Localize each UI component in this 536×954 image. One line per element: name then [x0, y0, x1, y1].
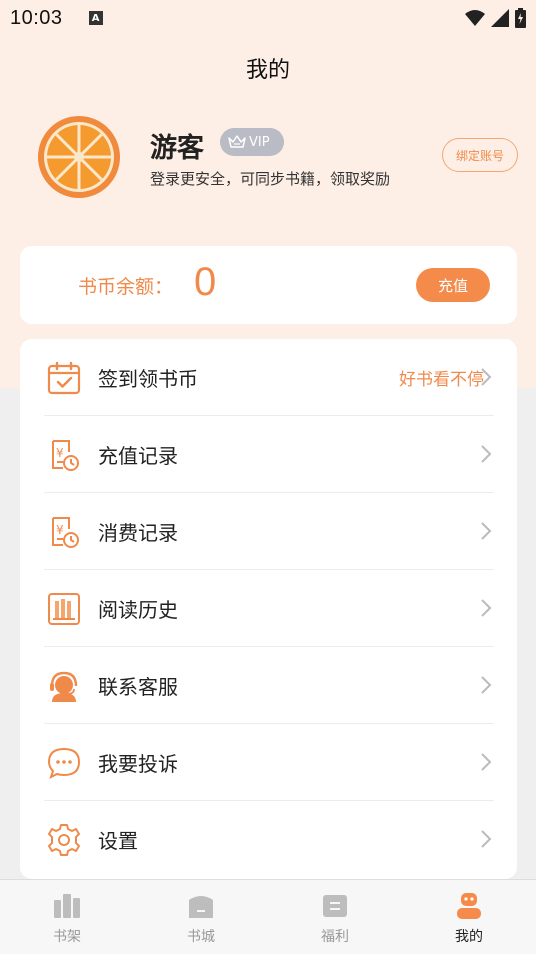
balance-value: 0 [194, 260, 217, 304]
chevron-right-icon [481, 522, 492, 540]
menu-item-customer-service[interactable]: 联系客服 [44, 647, 494, 724]
chevron-right-icon [481, 676, 492, 694]
signal-icon [491, 9, 509, 27]
vip-badge: VIP [220, 128, 284, 156]
menu-item-complaint[interactable]: 我要投诉 [44, 724, 494, 801]
chevron-right-icon [481, 445, 492, 463]
a-letter-icon: A [88, 11, 103, 25]
menu-item-label: 签到领书币 [98, 367, 198, 391]
gear-icon [46, 822, 82, 858]
tab-welfare[interactable]: 福利 [268, 880, 402, 954]
status-time: 10:03 [10, 6, 63, 29]
tab-bar: 书架 书城 福利 我的 [0, 879, 536, 954]
headset-icon [46, 668, 82, 704]
menu-item-consume-record[interactable]: ¥ 消费记录 [44, 493, 494, 570]
menu-item-checkin[interactable]: 签到领书币 好书看不停 [44, 339, 494, 416]
status-bar: 10:03 A [0, 0, 536, 36]
orange-slice-icon [38, 116, 120, 198]
chevron-right-icon [481, 830, 492, 848]
login-hint: 登录更安全，可同步书籍，领取奖励 [150, 170, 391, 188]
chevron-right-icon [481, 599, 492, 617]
bookstore-icon [189, 896, 213, 918]
menu-item-settings[interactable]: 设置 [44, 801, 494, 878]
bookshelf-icon [54, 894, 80, 918]
chevron-right-icon [481, 368, 492, 386]
menu-item-label: 我要投诉 [98, 752, 178, 776]
menu-item-recharge-record[interactable]: ¥ 充值记录 [44, 416, 494, 493]
tab-label: 书城 [187, 929, 215, 945]
welfare-icon [323, 895, 347, 917]
vip-label: VIP [249, 134, 270, 150]
calendar-check-icon [46, 360, 82, 396]
battery-icon [515, 8, 526, 28]
bind-account-button[interactable]: 绑定账号 [442, 138, 518, 172]
chat-bubble-icon [46, 745, 82, 781]
menu-item-label: 消费记录 [98, 521, 178, 545]
avatar[interactable] [38, 116, 120, 198]
menu-item-reading-history[interactable]: 阅读历史 [44, 570, 494, 647]
menu-item-hint: 好书看不停 [399, 370, 484, 390]
tab-bookshelf[interactable]: 书架 [0, 880, 134, 954]
tab-label: 福利 [321, 929, 349, 945]
svg-text:¥: ¥ [56, 446, 64, 460]
page-title: 我的 [245, 58, 290, 83]
menu-item-label: 设置 [98, 829, 138, 853]
balance-label: 书币余额： [78, 276, 174, 298]
profile-icon [457, 893, 481, 919]
chevron-right-icon [481, 753, 492, 771]
recharge-record-icon: ¥ [46, 437, 82, 473]
books-icon [46, 591, 82, 627]
menu-item-label: 联系客服 [98, 675, 178, 699]
tab-label: 我的 [455, 929, 483, 945]
recharge-button[interactable]: 充值 [416, 268, 490, 302]
menu-item-label: 充值记录 [98, 444, 178, 468]
balance-card: 书币余额： 0 充值 [20, 246, 517, 324]
consume-record-icon: ¥ [46, 514, 82, 550]
menu-item-label: 阅读历史 [98, 598, 178, 622]
wifi-icon [465, 10, 485, 26]
menu-card: 签到领书币 好书看不停 ¥ 充值记录 ¥ 消费记录 阅读历史 联系客服 我要投诉… [20, 339, 517, 879]
username: 游客 [150, 133, 204, 164]
crown-icon [228, 135, 246, 148]
svg-text:¥: ¥ [56, 523, 64, 537]
tab-label: 书架 [53, 929, 81, 945]
tab-bookstore[interactable]: 书城 [134, 880, 268, 954]
tab-profile[interactable]: 我的 [402, 880, 536, 954]
